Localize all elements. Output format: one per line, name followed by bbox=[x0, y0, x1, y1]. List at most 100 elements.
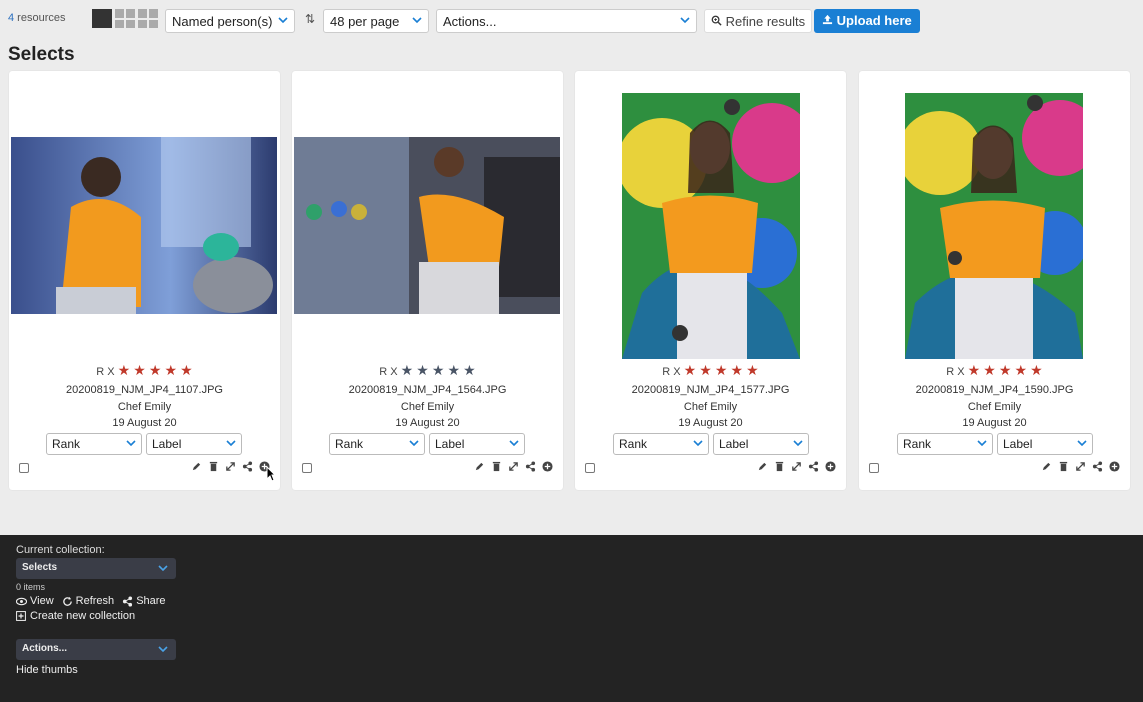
resource-thumbnail[interactable] bbox=[622, 93, 800, 359]
star-icon[interactable]: ★ bbox=[118, 362, 131, 378]
star-icon[interactable]: ★ bbox=[416, 362, 429, 378]
large-thumbs-view-button[interactable] bbox=[92, 9, 112, 28]
star-icon[interactable]: ★ bbox=[180, 362, 193, 378]
file-name: 20200819_NJM_JP4_1107.JPG bbox=[66, 384, 223, 396]
select-checkbox[interactable] bbox=[869, 463, 879, 473]
named-person-select[interactable]: Named person(s) bbox=[165, 9, 295, 33]
star-icon[interactable]: ★ bbox=[463, 362, 476, 378]
star-icon[interactable]: ★ bbox=[999, 362, 1012, 378]
mouse-cursor-icon bbox=[266, 466, 276, 482]
share-icon bbox=[123, 595, 133, 607]
create-collection-link[interactable]: Create new collection bbox=[16, 610, 135, 622]
star-icon[interactable]: ★ bbox=[1030, 362, 1043, 378]
resource-thumbnail[interactable] bbox=[294, 137, 560, 314]
label-select[interactable]: Label bbox=[997, 433, 1093, 455]
expand-icon[interactable] bbox=[225, 461, 236, 472]
star-icon[interactable]: ★ bbox=[165, 362, 178, 378]
share-icon[interactable] bbox=[1092, 461, 1103, 472]
label-select[interactable]: Label bbox=[146, 433, 242, 455]
rating: R X ★ ★ ★ ★ ★ bbox=[379, 362, 476, 378]
star-icon[interactable]: ★ bbox=[401, 362, 414, 378]
star-icon[interactable]: ★ bbox=[684, 362, 697, 378]
edit-icon[interactable] bbox=[1041, 461, 1052, 472]
share-icon[interactable] bbox=[808, 461, 819, 472]
resource-thumbnail[interactable] bbox=[905, 93, 1083, 359]
chevron-down-icon bbox=[509, 440, 519, 447]
resource-card[interactable]: R X ★ ★ ★ ★ ★ 20200819_NJM_JP4_1564.JPG … bbox=[292, 71, 563, 490]
actions-select[interactable]: Actions... bbox=[436, 9, 697, 33]
rank-select[interactable]: Rank bbox=[46, 433, 142, 455]
chevron-down-icon bbox=[412, 17, 422, 24]
edit-icon[interactable] bbox=[757, 461, 768, 472]
per-page-select[interactable]: 48 per page bbox=[323, 9, 429, 33]
refine-results-button[interactable]: Refine results bbox=[704, 9, 813, 33]
eye-icon bbox=[16, 597, 27, 605]
select-checkbox[interactable] bbox=[585, 463, 595, 473]
resource-thumbnail[interactable] bbox=[11, 137, 277, 314]
file-name: 20200819_NJM_JP4_1564.JPG bbox=[348, 384, 507, 396]
star-icon[interactable]: ★ bbox=[133, 362, 146, 378]
chevron-down-icon bbox=[680, 17, 690, 24]
small-thumbs-view-button[interactable] bbox=[115, 9, 135, 28]
star-icon[interactable]: ★ bbox=[968, 362, 981, 378]
add-to-collection-icon[interactable] bbox=[825, 461, 836, 472]
delete-icon[interactable] bbox=[491, 461, 502, 472]
person-name: Chef Emily bbox=[683, 401, 738, 413]
plus-square-icon bbox=[16, 611, 26, 621]
resource-count: 4 resources bbox=[8, 12, 66, 24]
chevron-down-icon bbox=[977, 440, 987, 447]
resource-card[interactable]: R X ★ ★ ★ ★ ★ 20200819_NJM_JP4_1577.JPG … bbox=[575, 71, 846, 490]
resource-card[interactable]: R X ★ ★ ★ ★ ★ 20200819_NJM_JP4_1107.JPG … bbox=[9, 71, 280, 490]
share-icon[interactable] bbox=[242, 461, 253, 472]
collection-select[interactable]: Selects bbox=[16, 558, 176, 579]
expand-icon[interactable] bbox=[508, 461, 519, 472]
card-tools bbox=[757, 461, 836, 472]
star-icon[interactable]: ★ bbox=[715, 362, 728, 378]
expand-icon[interactable] bbox=[1075, 461, 1086, 472]
resource-card[interactable]: R X ★ ★ ★ ★ ★ 20200819_NJM_JP4_1590.JPG … bbox=[859, 71, 1130, 490]
resource-date: 19 August 20 bbox=[395, 417, 460, 429]
star-icon[interactable]: ★ bbox=[448, 362, 461, 378]
share-link[interactable]: Share bbox=[122, 595, 166, 607]
star-icon[interactable]: ★ bbox=[149, 362, 162, 378]
list-view-button[interactable] bbox=[138, 9, 158, 28]
view-link[interactable]: View bbox=[16, 595, 54, 607]
resource-date: 19 August 20 bbox=[962, 417, 1027, 429]
delete-icon[interactable] bbox=[774, 461, 785, 472]
collection-bar: Current collection: Selects 0 items View… bbox=[0, 535, 1143, 702]
upload-button[interactable]: Upload here bbox=[814, 9, 920, 33]
share-icon[interactable] bbox=[525, 461, 536, 472]
file-name: 20200819_NJM_JP4_1577.JPG bbox=[631, 384, 790, 396]
star-icon[interactable]: ★ bbox=[432, 362, 445, 378]
add-to-collection-icon[interactable] bbox=[542, 461, 553, 472]
chevron-down-icon bbox=[409, 440, 419, 447]
star-icon[interactable]: ★ bbox=[731, 362, 744, 378]
collection-links: View Refresh Share bbox=[16, 595, 166, 607]
star-icon[interactable]: ★ bbox=[699, 362, 712, 378]
delete-icon[interactable] bbox=[208, 461, 219, 472]
rank-select[interactable]: Rank bbox=[613, 433, 709, 455]
rank-select[interactable]: Rank bbox=[897, 433, 993, 455]
refresh-link[interactable]: Refresh bbox=[62, 595, 114, 607]
person-name: Chef Emily bbox=[400, 401, 455, 413]
collection-actions-select[interactable]: Actions... bbox=[16, 639, 176, 660]
search-plus-icon bbox=[711, 15, 722, 26]
chevron-down-icon bbox=[126, 440, 136, 447]
edit-icon[interactable] bbox=[191, 461, 202, 472]
delete-icon[interactable] bbox=[1058, 461, 1069, 472]
person-name: Chef Emily bbox=[967, 401, 1022, 413]
star-icon[interactable]: ★ bbox=[746, 362, 759, 378]
resource-date: 19 August 20 bbox=[678, 417, 743, 429]
select-checkbox[interactable] bbox=[302, 463, 312, 473]
add-to-collection-icon[interactable] bbox=[1109, 461, 1120, 472]
star-icon[interactable]: ★ bbox=[983, 362, 996, 378]
star-icon[interactable]: ★ bbox=[1015, 362, 1028, 378]
expand-icon[interactable] bbox=[791, 461, 802, 472]
edit-icon[interactable] bbox=[474, 461, 485, 472]
hide-thumbs-link[interactable]: Hide thumbs bbox=[16, 664, 78, 676]
label-select[interactable]: Label bbox=[713, 433, 809, 455]
label-select[interactable]: Label bbox=[429, 433, 525, 455]
select-checkbox[interactable] bbox=[19, 463, 29, 473]
sort-icon[interactable]: ⇅ bbox=[305, 12, 315, 26]
rank-select[interactable]: Rank bbox=[329, 433, 425, 455]
